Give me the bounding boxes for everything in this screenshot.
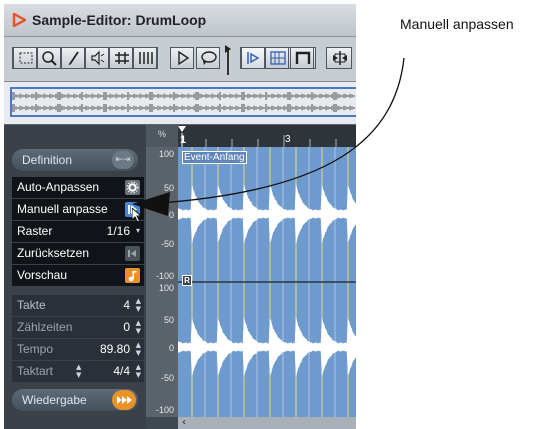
waveform-display[interactable]: Event-Anfang R [178,147,356,417]
reset-icon[interactable] [125,246,140,261]
spinner-icon[interactable]: ▲ ▼ [136,363,141,379]
ruler-mark-3: 3 [285,134,291,145]
scale-tick: -50 [160,239,174,249]
scale-tick: -100 [155,405,174,415]
bars-icon[interactable] [326,47,352,69]
dropdown-arrow-icon[interactable]: ▾ [136,226,140,235]
scale-tick: -50 [160,373,174,383]
note-icon[interactable] [125,268,140,283]
zoom-icon[interactable] [37,47,61,69]
preview-row[interactable]: Vorschau [12,265,144,286]
sample-editor-window: Sample-Editor: DrumLoop % 1 3 100 50 0 -… [4,4,356,429]
signature-value[interactable]: 4/4 [113,364,130,378]
definition-toggle-icon[interactable]: ⇤⇥ [112,151,134,169]
spinner-icon[interactable]: ▲ ▼ [76,363,81,379]
beats-label: Zählzeiten [17,320,73,334]
pencil-icon[interactable] [61,47,85,69]
scale-tick: 0 [168,343,174,353]
spinner-icon[interactable]: ▲ ▼ [136,319,141,335]
auto-adjust-row[interactable]: Auto-Anpassen [12,177,144,198]
tempo-row[interactable]: Tempo 89.80 ▲ ▼ [12,339,144,360]
range-marker[interactable]: R [182,275,192,286]
range-select-icon[interactable] [13,47,37,69]
reset-label: Zurücksetzen [17,246,90,260]
beats-value[interactable]: 0 [123,320,130,334]
hitpoint-icon[interactable] [133,47,157,69]
horizontal-scrollbar[interactable]: ‹ [178,417,356,429]
scale-tick: -100 [155,271,174,281]
tempo-label: Tempo [17,342,54,356]
spinner-icon[interactable]: ▲ ▼ [136,341,141,357]
volume-slider[interactable] [224,41,232,75]
tempo-value[interactable]: 89.80 [100,342,130,356]
scale-tick: 50 [163,183,174,193]
bars-value[interactable]: 4 [123,298,130,312]
ruler-mark-1: 1 [180,134,187,146]
auto-adjust-label: Auto-Anpassen [17,180,100,194]
callout-label: Manuell anpassen [400,16,514,32]
overview-waveform [12,92,355,112]
amplitude-scale: 100 50 0 -50 -100 100 50 0 -50 -100 [146,147,178,417]
window-title: Sample-Editor: DrumLoop [32,12,207,28]
scale-tick: 0 [168,210,174,220]
manual-adjust-row[interactable]: Manuell anpasse [12,199,144,224]
waveform-overview[interactable] [4,82,356,125]
signature-label: Taktart [17,364,54,378]
preview-label: Vorschau [17,268,68,282]
reset-row[interactable]: Zurücksetzen [12,243,144,264]
timeline-ruler[interactable]: 1 3 [178,125,356,147]
manual-adjust-label: Manuell anpasse [17,202,108,216]
grid-label: Raster [17,224,53,238]
signature-row[interactable]: Taktart ▲ ▼ 4/4 ▲ ▼ [12,361,144,382]
scrub-icon[interactable] [109,47,133,69]
snap-to-zero-icon[interactable] [241,47,265,69]
grid-row[interactable]: Raster 1/16 ▾ [12,221,144,242]
definition-label: Definition [22,153,73,167]
audition-icon[interactable] [265,47,289,69]
event-start-label: Event-Anfang [182,151,247,164]
scale-tick: 100 [158,283,174,293]
definition-tab[interactable]: Definition ⇤⇥ [12,149,138,171]
speaker-icon[interactable] [85,47,109,69]
grid-icon[interactable] [290,47,314,69]
cubase-logo-icon [12,13,26,27]
spinner-icon[interactable]: ▲ ▼ [136,297,141,313]
beats-row[interactable]: Zählzeiten 0 ▲ ▼ [12,317,144,338]
playback-label: Wiedergabe [22,393,87,407]
gear-icon[interactable] [125,180,140,195]
audiowarp-panel: Definition ⇤⇥ Auto-Anpassen Manuell anpa… [4,125,146,429]
grid-value[interactable]: 1/16 [107,224,130,238]
percent-label: % [158,129,167,139]
loop-play-icon[interactable] [196,47,220,69]
playback-tab[interactable]: Wiedergabe [12,389,138,411]
ruler-corner: % [146,125,178,147]
scale-tick: 50 [163,315,174,325]
title-bar: Sample-Editor: DrumLoop [4,4,356,37]
bars-label: Takte [17,298,46,312]
bars-row[interactable]: Takte 4 ▲ ▼ [12,295,144,316]
scale-tick: 100 [158,149,174,159]
scroll-left-icon[interactable]: ‹ [182,417,186,428]
fast-forward-icon[interactable] [112,390,136,410]
toolbar [4,37,356,82]
play-icon[interactable] [170,47,194,69]
